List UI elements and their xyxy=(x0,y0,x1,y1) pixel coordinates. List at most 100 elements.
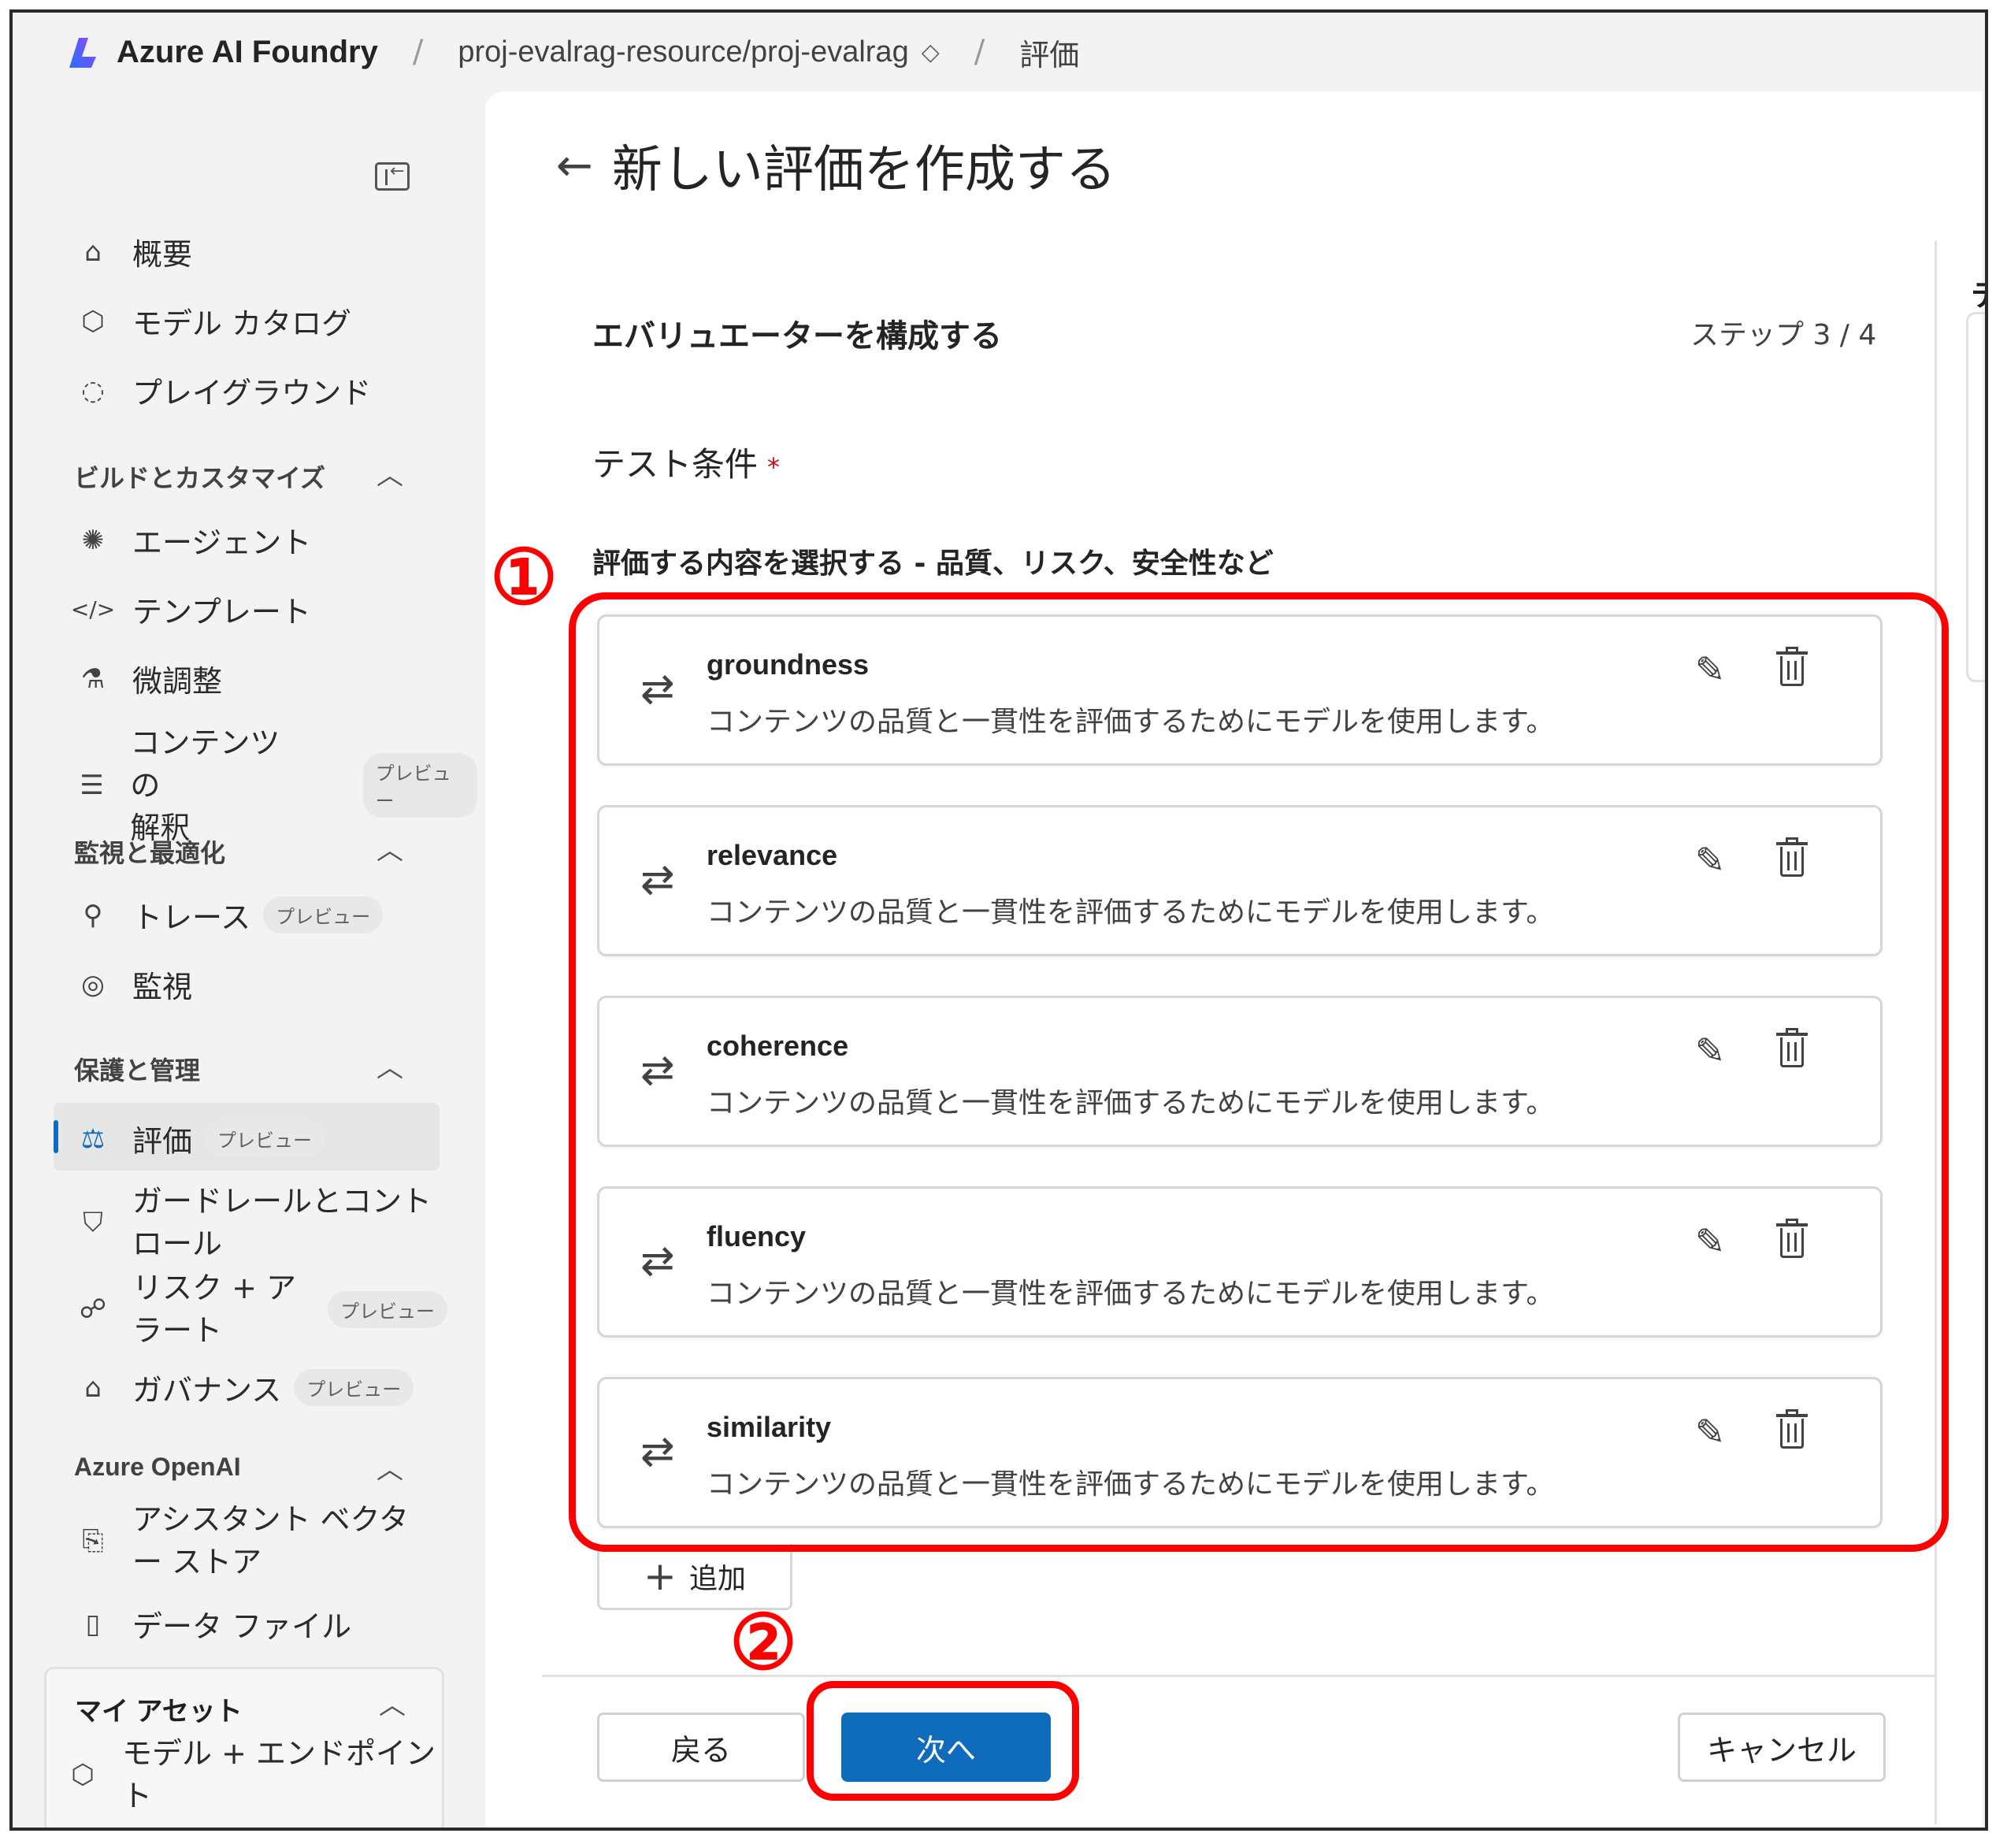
label-line: ラート xyxy=(132,1313,223,1348)
chevron-up-icon[interactable]: ︿ xyxy=(379,1683,406,1722)
annotation-box-1 xyxy=(569,592,1949,1552)
breadcrumb-project[interactable]: proj-evalrag-resource/proj-evalrag xyxy=(458,35,908,69)
section-build[interactable]: ビルドとカスタマイズ xyxy=(74,458,325,495)
preview-badge: プレビュー xyxy=(263,896,384,933)
label-line: リスク + ア xyxy=(132,1271,296,1305)
app-window: Azure AI Foundry / proj-evalrag-resource… xyxy=(9,9,1988,1831)
step-title: エバリュエーターを構成する xyxy=(592,319,1002,354)
flask-icon: ⚗ xyxy=(80,662,106,695)
sidebar-item-risk-alerts[interactable]: ☍ リスク + ア ラート プレビュー xyxy=(74,1267,447,1352)
sidebar-collapse-icon[interactable] xyxy=(375,161,410,191)
file-icon: ▯ xyxy=(85,1608,101,1640)
step-counter: ステップ 3 / 4 xyxy=(1690,319,1877,351)
home-icon: ⌂ xyxy=(84,236,102,268)
code-icon: </> xyxy=(70,596,116,622)
back-button[interactable]: 戻る xyxy=(597,1713,805,1782)
sidebar-item-overview[interactable]: ⌂ 概要 xyxy=(74,230,192,273)
cancel-button[interactable]: キャンセル xyxy=(1678,1713,1886,1782)
azure-ai-foundry-logo[interactable] xyxy=(65,33,102,71)
active-item-indicator xyxy=(54,1120,58,1153)
section-azure-openai[interactable]: Azure OpenAI xyxy=(74,1453,241,1482)
sidebar-item-label: エージェント xyxy=(132,525,312,560)
sidebar-item-agents[interactable]: ✺ エージェント xyxy=(74,518,312,562)
sidebar-item-monitoring[interactable]: ◎ 監視 xyxy=(74,963,192,1006)
doc-icon: ☰ xyxy=(80,770,104,801)
sidebar-item-governance[interactable]: ⌂ ガバナンス プレビュー xyxy=(74,1366,414,1409)
sidebar: ⌂ 概要 ⬡ モデル カタログ ◌ プレイグラウンド ビルドとカスタマイズ ︿ … xyxy=(13,91,477,1828)
plus-icon: + xyxy=(644,1553,677,1599)
annotation-number-2: ② xyxy=(729,1598,798,1687)
bank-icon: ⌂ xyxy=(84,1371,102,1404)
sidebar-item-vector-stores[interactable]: ⎘ アシスタント ベクタ ー ストア xyxy=(74,1498,409,1583)
sidebar-item-label: モデル + エンドポイン ト xyxy=(122,1732,436,1817)
test-criteria-label: テスト条件 * xyxy=(592,438,780,486)
box-icon: ⬡ xyxy=(71,1759,95,1790)
sidebar-item-label: ガバナンス xyxy=(132,1373,282,1408)
sidebar-item-content-understanding[interactable]: ☰ コンテンツの 解釈 プレビュー xyxy=(74,722,477,849)
breadcrumb-separator: / xyxy=(974,34,985,70)
chevron-up-icon[interactable]: ︿ xyxy=(377,829,403,867)
preview-badge: プレビュー xyxy=(294,1369,414,1406)
chevron-up-icon[interactable]: ︿ xyxy=(377,1448,403,1486)
sidebar-item-label: リスク + ア ラート xyxy=(132,1267,296,1352)
label-line: ガードレールとコント xyxy=(132,1184,432,1219)
sidebar-item-label: ガードレールとコント ロール xyxy=(132,1180,432,1265)
sidebar-item-label: コンテンツの 解釈 xyxy=(130,722,299,849)
sidebar-item-label: プレイグラウンド xyxy=(132,376,372,410)
cube-icon: ⬡ xyxy=(81,305,105,337)
required-mark: * xyxy=(767,452,781,482)
sidebar-item-templates[interactable]: </> テンプレート xyxy=(70,588,311,631)
agent-icon: ✺ xyxy=(81,524,105,556)
my-assets-panel: マイ アセット ︿ ⬡ モデル + エンドポイン ト xyxy=(44,1667,444,1828)
trace-icon: ⚲ xyxy=(83,899,103,931)
sidebar-item-playground[interactable]: ◌ プレイグラウンド xyxy=(74,369,371,412)
sidebar-item-data-files[interactable]: ▯ データ ファイル xyxy=(74,1602,351,1646)
breadcrumb-current: 評価 xyxy=(1019,39,1080,72)
preview-badge: プレビュー xyxy=(362,753,477,818)
label-line: アシスタント ベクタ xyxy=(132,1502,410,1537)
scale-icon: ⚖ xyxy=(80,1123,106,1155)
chevron-up-icon[interactable]: ︿ xyxy=(377,454,403,492)
right-panel-peek xyxy=(1966,312,1985,682)
annotation-number-1: ① xyxy=(490,533,558,622)
chat-icon: ◌ xyxy=(81,374,105,406)
test-criteria-text: テスト条件 xyxy=(592,445,759,484)
section-protect[interactable]: 保護と管理 xyxy=(74,1051,200,1087)
sidebar-item-label: 概要 xyxy=(132,237,193,272)
page-title-row: ← 新しい評価を作成する xyxy=(556,129,1116,202)
sidebar-item-label: 監視 xyxy=(132,970,193,1004)
preview-badge: プレビュー xyxy=(205,1120,325,1157)
brand-name[interactable]: Azure AI Foundry xyxy=(117,35,378,70)
label-line: ー ストア xyxy=(132,1545,262,1579)
sidebar-item-label: アシスタント ベクタ ー ストア xyxy=(132,1498,409,1583)
sidebar-item-label: モデル カタログ xyxy=(132,306,352,341)
label-line: モデル + エンドポイン xyxy=(122,1736,436,1771)
sidebar-item-label: 評価 xyxy=(132,1124,193,1159)
section-monitor[interactable]: 監視と最適化 xyxy=(74,833,225,870)
sidebar-item-guardrails[interactable]: ⛉ ガードレールとコント ロール xyxy=(74,1180,432,1265)
breadcrumb-separator: / xyxy=(412,34,424,70)
right-panel-peek-text: テ xyxy=(1971,271,1985,314)
page-title: 新しい評価を作成する xyxy=(611,141,1116,199)
sidebar-item-models-endpoints[interactable]: ⬡ モデル + エンドポイン ト xyxy=(64,1732,436,1817)
back-arrow-icon[interactable]: ← xyxy=(556,140,593,191)
top-bar: Azure AI Foundry / proj-evalrag-resource… xyxy=(13,13,1985,91)
select-evaluators-label: 評価する内容を選択する - 品質、リスク、安全性など xyxy=(592,547,1274,580)
sidebar-item-model-catalog[interactable]: ⬡ モデル カタログ xyxy=(74,299,351,343)
chevron-updown-icon[interactable]: ◇ xyxy=(922,39,940,66)
add-label: 追加 xyxy=(688,1562,746,1595)
label-line: ロール xyxy=(132,1226,223,1261)
shield-icon: ⛉ xyxy=(83,1207,103,1238)
sidebar-item-label: 微調整 xyxy=(132,664,223,699)
sidebar-item-label: トレース xyxy=(132,900,251,935)
annotation-box-2 xyxy=(807,1681,1079,1801)
sidebar-item-tracing[interactable]: ⚲ トレース プレビュー xyxy=(74,893,384,937)
label-line: コンテンツの xyxy=(130,725,280,803)
sidebar-item-label: データ ファイル xyxy=(132,1609,352,1644)
preview-badge: プレビュー xyxy=(328,1290,447,1328)
chevron-up-icon[interactable]: ︿ xyxy=(377,1046,403,1085)
sidebar-item-fine-tuning[interactable]: ⚗ 微調整 xyxy=(74,657,222,700)
label-line: ト xyxy=(122,1779,153,1813)
section-my-assets[interactable]: マイ アセット xyxy=(75,1690,243,1728)
sidebar-item-evaluation[interactable]: ⚖ 評価 プレビュー xyxy=(74,1117,325,1160)
